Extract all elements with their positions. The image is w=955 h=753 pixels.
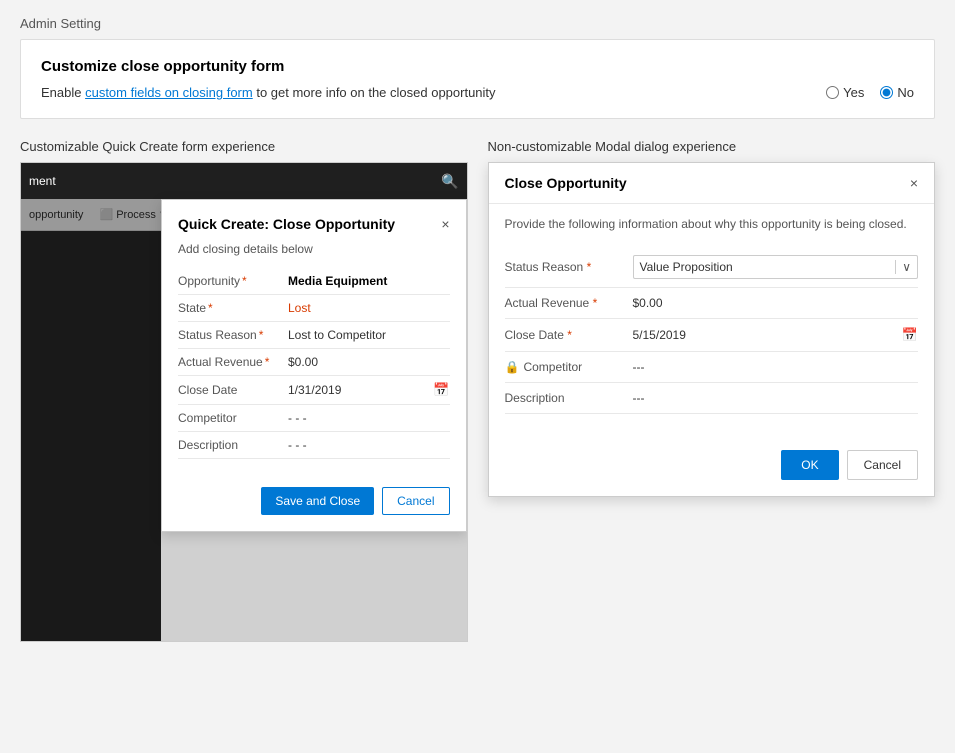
form-row-status-reason: Status Reason* Lost to Competitor: [178, 322, 450, 349]
co-subtitle: Provide the following information about …: [505, 216, 919, 233]
form-value-state: Lost: [288, 301, 450, 315]
settings-desc-prefix: Enable: [41, 85, 85, 100]
admin-title: Admin Setting: [20, 16, 935, 31]
right-heading: Non-customizable Modal dialog experience: [488, 139, 936, 154]
co-label-actual-revenue: Actual Revenue *: [505, 296, 625, 310]
left-section: Customizable Quick Create form experienc…: [20, 139, 468, 642]
co-close-icon[interactable]: ×: [910, 175, 918, 191]
co-label-status-reason: Status Reason *: [505, 260, 625, 274]
close-opp-modal: Close Opportunity × Provide the followin…: [488, 162, 936, 497]
co-value-competitor: ---: [633, 360, 919, 374]
save-and-close-button[interactable]: Save and Close: [261, 487, 374, 515]
radio-group: Yes No: [826, 85, 914, 100]
dimmed-overlay: [21, 199, 161, 641]
calendar-icon-right[interactable]: 📅: [902, 327, 918, 343]
form-label-close-date: Close Date: [178, 383, 288, 397]
right-section: Non-customizable Modal dialog experience…: [488, 139, 936, 642]
chevron-down-icon: ∨: [895, 260, 917, 274]
form-required-state: *: [208, 301, 213, 315]
co-select-wrapper[interactable]: Value Proposition ∨: [633, 255, 919, 279]
settings-description: Enable custom fields on closing form to …: [41, 85, 496, 100]
form-label-actual-revenue: Actual Revenue*: [178, 355, 288, 369]
co-label-description: Description: [505, 391, 625, 405]
form-row-description: Description - - -: [178, 432, 450, 459]
cancel-button-right[interactable]: Cancel: [847, 450, 918, 480]
form-label-opportunity: Opportunity*: [178, 274, 288, 288]
co-label-close-date: Close Date *: [505, 328, 625, 342]
co-header: Close Opportunity ×: [489, 163, 935, 204]
form-value-opportunity: Media Equipment: [288, 274, 450, 288]
co-row-description: Description ---: [505, 383, 919, 414]
radio-no-option[interactable]: No: [880, 85, 914, 100]
lock-icon: 🔒: [505, 360, 520, 374]
co-label-competitor: 🔒Competitor: [505, 360, 625, 374]
modal-header: Quick Create: Close Opportunity ×: [178, 216, 450, 232]
quick-create-modal: Quick Create: Close Opportunity × Add cl…: [161, 199, 467, 641]
co-row-status-reason: Status Reason * Value Proposition ∨: [505, 247, 919, 288]
settings-card-title: Customize close opportunity form: [41, 58, 914, 75]
settings-card: Customize close opportunity form Enable …: [20, 39, 935, 119]
co-required-close-date: *: [567, 328, 572, 342]
modal-panel: Quick Create: Close Opportunity × Add cl…: [161, 199, 467, 532]
form-row-actual-revenue: Actual Revenue* $0.00: [178, 349, 450, 376]
form-value-competitor: - - -: [288, 411, 450, 425]
radio-yes[interactable]: [826, 86, 839, 99]
app-topbar: ment 🔍: [21, 163, 467, 199]
form-row-close-date: Close Date 1/31/2019 📅: [178, 376, 450, 405]
co-row-close-date: Close Date * 5/15/2019 📅: [505, 319, 919, 352]
co-row-actual-revenue: Actual Revenue * $0.00: [505, 288, 919, 319]
radio-yes-label: Yes: [843, 85, 864, 100]
form-value-actual-revenue: $0.00: [288, 355, 450, 369]
calendar-icon-left[interactable]: 📅: [433, 382, 449, 398]
form-row-opportunity: Opportunity* Media Equipment: [178, 268, 450, 295]
co-required-status-reason: *: [587, 260, 592, 274]
two-col-layout: Customizable Quick Create form experienc…: [20, 139, 935, 642]
co-required-actual-revenue: *: [593, 296, 598, 310]
app-topbar-text: ment: [29, 174, 56, 188]
form-required-status-reason: *: [259, 328, 264, 342]
modal-title: Quick Create: Close Opportunity: [178, 216, 395, 232]
form-value-description: - - -: [288, 438, 450, 452]
co-footer: OK Cancel: [489, 434, 935, 496]
custom-fields-link[interactable]: custom fields on closing form: [85, 85, 253, 100]
co-select-status-reason[interactable]: Value Proposition: [634, 256, 896, 278]
form-row-state: State* Lost: [178, 295, 450, 322]
form-label-competitor: Competitor: [178, 411, 288, 425]
form-row-competitor: Competitor - - -: [178, 405, 450, 432]
co-title: Close Opportunity: [505, 175, 627, 191]
search-icon: 🔍: [441, 173, 458, 190]
form-required-actual-revenue: *: [265, 355, 270, 369]
co-row-competitor: 🔒Competitor ---: [505, 352, 919, 383]
form-required-opportunity: *: [242, 274, 247, 288]
co-body: Provide the following information about …: [489, 204, 935, 426]
form-label-state: State*: [178, 301, 288, 315]
left-heading: Customizable Quick Create form experienc…: [20, 139, 468, 154]
app-preview: ment 🔍 opportunity ⬜ Process ∨ 👤 Assign …: [20, 162, 468, 642]
modal-footer: Save and Close Cancel: [178, 475, 450, 515]
app-main: Est. Close Date --- Develop igator Relat…: [161, 231, 467, 641]
co-value-actual-revenue: $0.00: [633, 296, 919, 310]
modal-close-icon[interactable]: ×: [441, 216, 449, 232]
cancel-button-left[interactable]: Cancel: [382, 487, 449, 515]
modal-subtitle: Add closing details below: [178, 242, 450, 256]
radio-no[interactable]: [880, 86, 893, 99]
ok-button[interactable]: OK: [781, 450, 838, 480]
page-container: Admin Setting Customize close opportunit…: [0, 0, 955, 658]
radio-no-label: No: [897, 85, 914, 100]
settings-row: Enable custom fields on closing form to …: [41, 85, 914, 100]
form-value-close-date: 1/31/2019: [288, 383, 433, 397]
form-label-description: Description: [178, 438, 288, 452]
form-value-status-reason: Lost to Competitor: [288, 328, 450, 342]
co-value-description: ---: [633, 391, 919, 405]
radio-yes-option[interactable]: Yes: [826, 85, 864, 100]
form-label-status-reason: Status Reason*: [178, 328, 288, 342]
settings-desc-suffix: to get more info on the closed opportuni…: [253, 85, 496, 100]
co-value-close-date: 5/15/2019: [633, 328, 894, 342]
